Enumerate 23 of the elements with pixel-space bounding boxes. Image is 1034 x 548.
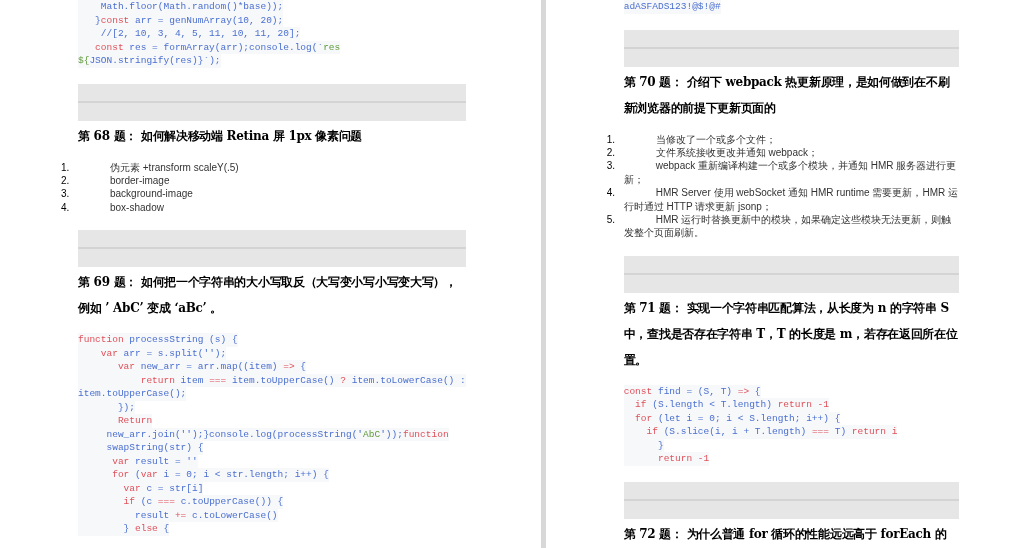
list-number: 4.	[606, 186, 617, 201]
list-item-text: 伪元素 +transform scaleY(.5)	[109, 160, 240, 174]
list-item-text: HMR Server 使用 webSocket 通知 HMR runtime 需要更新，HMR 运行时通过 HTTP 请求更新 jsonp；	[623, 186, 959, 213]
list-item-text: border-image	[109, 173, 171, 188]
list-number: 3.	[606, 159, 617, 174]
list-number: 2.	[606, 145, 617, 160]
list-number: 3.	[61, 187, 71, 201]
list-item-text: 文件系统接收更改并通知 webpack；	[654, 145, 819, 160]
list-item-text: background-image	[109, 187, 194, 201]
list-item-text: box-shadow	[109, 200, 165, 215]
question-heading: 第 72 题： 为什么普通 for 循环的性能远远高于 forEach 的	[623, 525, 948, 543]
list-number: 4.	[61, 200, 71, 215]
list-number: 1.	[61, 160, 71, 174]
question-heading: 第 70 题： 介绍下 webpack 热更新原理，是如何做到在不刷新浏览器的前提下更新页面的	[623, 73, 951, 117]
question-heading: 第 69 题： 如何把一个字符串的大小写取反（大写变小写小写变大写），例如 ’ AbC’ 变成 ‘aBc’ 。	[78, 274, 458, 318]
list-number: 1.	[606, 132, 617, 146]
list-number: 2.	[61, 173, 71, 188]
list-item-text: 当修改了一个或多个文件；	[654, 132, 777, 146]
question-heading: 第 71 题： 实现一个字符串匹配算法，从长度为 n 的字符串 S 中，查找是否存在字符串 T，T 的长度是 m，若存在返回所在位置。	[623, 299, 959, 369]
list-item-text: webpack 重新编译构建一个或多个模块，并通知 HMR 服务器进行更新；	[623, 159, 958, 187]
question-heading: 第 68 题： 如何解决移动端 Retina 屏 1px 像素问题	[78, 127, 364, 145]
list-item-text: HMR 运行时替换更新中的模块，如果确定这些模块无法更新，则触发整个页面刷新。	[623, 212, 953, 240]
list-number: 5.	[606, 212, 617, 227]
